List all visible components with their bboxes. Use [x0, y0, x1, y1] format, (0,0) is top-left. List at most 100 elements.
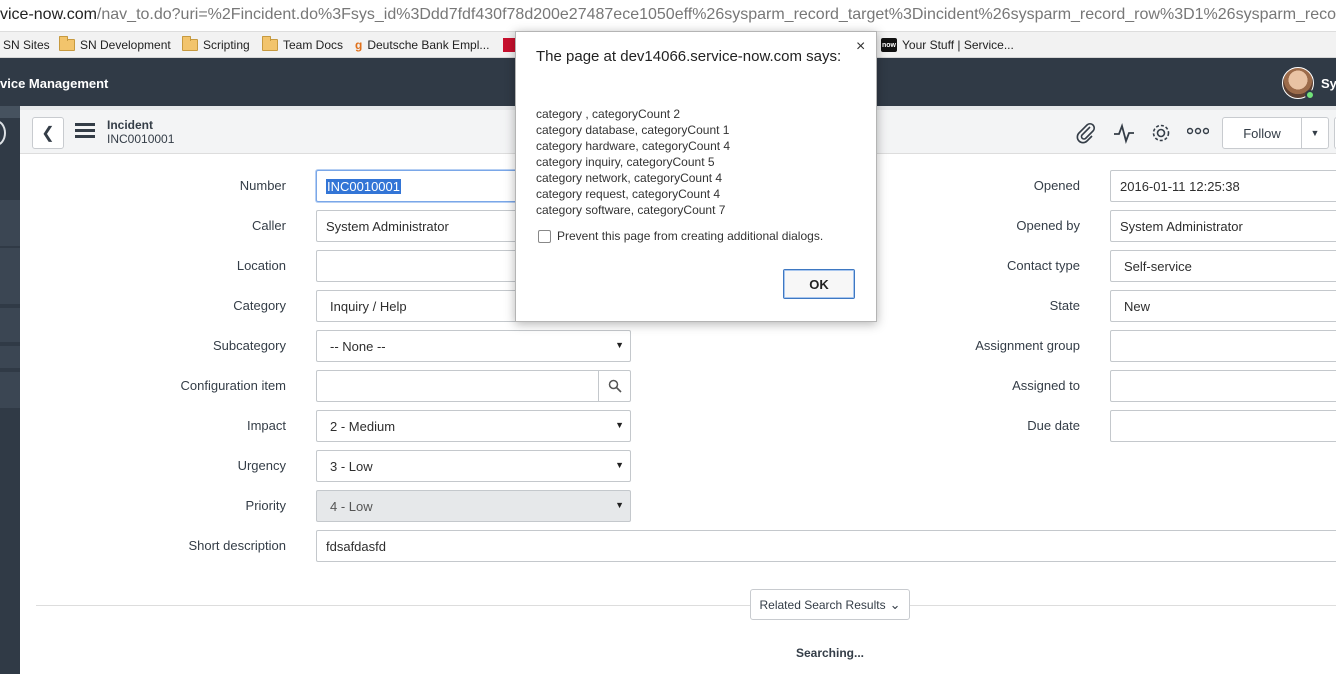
dialog-message-line: category , categoryCount 2 — [536, 107, 681, 121]
opened-by-field[interactable]: System Administrator — [1110, 210, 1336, 242]
user-name[interactable]: Sy — [1321, 76, 1336, 91]
nav-band — [0, 106, 20, 118]
chevron-left-icon: ❮ — [41, 125, 55, 142]
caller-value: System Administrator — [326, 218, 449, 234]
search-icon — [608, 379, 622, 393]
record-type: Incident — [107, 118, 154, 132]
lookup-button[interactable] — [598, 370, 631, 402]
subcategory-value: -- None -- — [330, 338, 386, 354]
record-number: INC0010001 — [107, 132, 175, 146]
folder-icon — [182, 36, 198, 51]
app-title[interactable]: vice Management — [0, 76, 108, 91]
bookmark-scripting[interactable]: Scripting — [182, 36, 250, 54]
category-value: Inquiry / Help — [330, 298, 407, 314]
short-description-value: fdsafdasfd — [326, 538, 386, 554]
assigned-to-field[interactable] — [1110, 370, 1336, 402]
divider — [36, 605, 1336, 606]
gear-icon[interactable] — [1150, 122, 1172, 144]
bookmark-sn-development[interactable]: SN Development — [59, 36, 171, 54]
now-logo-icon: now — [881, 38, 897, 52]
contact-type-label: Contact type — [1007, 258, 1080, 273]
hamburger-menu-icon[interactable] — [75, 123, 95, 138]
urgency-value: 3 - Low — [330, 458, 373, 474]
related-search-results-button[interactable]: Related Search Results ⌄ — [750, 589, 910, 620]
prevent-dialogs-label[interactable]: Prevent this page from creating addition… — [557, 229, 823, 243]
ok-button[interactable]: OK — [783, 269, 855, 299]
priority-select: 4 - Low — [316, 490, 631, 522]
priority-label: Priority — [245, 498, 286, 513]
impact-select[interactable]: 2 - Medium — [316, 410, 631, 442]
dialog-title: The page at dev14066.service-now.com say… — [536, 48, 842, 65]
deutsche-bank-icon: ɡ — [355, 38, 363, 52]
priority-value: 4 - Low — [330, 498, 373, 514]
caret-down-icon: ▼ — [1310, 128, 1320, 138]
state-select[interactable]: New — [1110, 290, 1336, 322]
state-value: New — [1124, 298, 1151, 314]
urgency-select[interactable]: 3 - Low — [316, 450, 631, 482]
follow-button[interactable]: Follow — [1222, 117, 1302, 149]
category-label: Category — [233, 298, 286, 313]
dialog-message-line: category software, categoryCount 7 — [536, 203, 726, 217]
location-label: Location — [236, 258, 286, 273]
dialog-message-line: category inquiry, categoryCount 5 — [536, 155, 715, 169]
configuration-item-field[interactable] — [316, 370, 599, 402]
state-label: State — [1049, 298, 1080, 313]
close-icon[interactable]: × — [856, 38, 865, 56]
assignment-group-field[interactable] — [1110, 330, 1336, 362]
red-favicon-icon — [503, 38, 515, 52]
bookmark-deutsche-bank[interactable]: ɡ Deutsche Bank Empl... — [355, 36, 489, 54]
left-nav — [0, 106, 20, 674]
paperclip-icon[interactable] — [1075, 122, 1097, 144]
chevron-down-icon: ⌄ — [889, 596, 901, 612]
contact-type-select[interactable]: Self-service — [1110, 250, 1336, 282]
assigned-to-label: Assigned to — [1012, 378, 1080, 393]
folder-icon — [262, 36, 278, 51]
dialog-message-line: category hardware, categoryCount 4 — [536, 139, 731, 153]
number-value: INC0010001 — [326, 178, 401, 194]
back-button[interactable]: ❮ — [32, 117, 64, 149]
bookmark-red[interactable] — [503, 36, 515, 54]
nav-band[interactable] — [0, 346, 20, 368]
address-bar[interactable]: vice-now.com/nav_to.do?uri=%2Fincident.d… — [0, 0, 1336, 32]
bookmark-team-docs[interactable]: Team Docs — [262, 36, 343, 54]
online-status-icon — [1305, 90, 1315, 100]
impact-label: Impact — [246, 418, 286, 433]
follow-dropdown-button[interactable]: ▼ — [1301, 117, 1329, 149]
caller-label: Caller — [252, 218, 286, 233]
alert-dialog: The page at dev14066.service-now.com say… — [515, 31, 877, 322]
dialog-message-line: category database, categoryCount 1 — [536, 123, 730, 137]
url-text[interactable]: vice-now.com/nav_to.do?uri=%2Fincident.d… — [0, 6, 1336, 24]
prevent-dialogs-checkbox[interactable] — [538, 230, 551, 243]
nav-band[interactable] — [0, 308, 20, 342]
assignment-group-label: Assignment group — [975, 338, 1080, 353]
number-label: Number — [239, 178, 286, 193]
nav-band[interactable] — [0, 200, 20, 246]
urgency-label: Urgency — [237, 458, 286, 473]
opened-value: 2016-01-11 12:25:38 — [1120, 178, 1240, 194]
searching-status: Searching... — [795, 646, 865, 660]
nav-band[interactable] — [0, 372, 20, 408]
nav-band[interactable] — [0, 248, 20, 304]
bookmark-your-stuff[interactable]: now Your Stuff | Service... — [881, 36, 1014, 54]
opened-by-value: System Administrator — [1120, 218, 1243, 234]
folder-icon — [59, 36, 75, 51]
dialog-message-line: category request, categoryCount 4 — [536, 187, 721, 201]
dialog-message-line: category network, categoryCount 4 — [536, 171, 723, 185]
opened-label: Opened — [1033, 178, 1080, 193]
opened-by-label: Opened by — [1016, 218, 1080, 233]
nav-circle-icon[interactable] — [0, 120, 6, 146]
due-date-label: Due date — [1027, 418, 1080, 433]
opened-field[interactable]: 2016-01-11 12:25:38 — [1110, 170, 1336, 202]
impact-value: 2 - Medium — [330, 418, 396, 434]
short-description-field[interactable]: fdsafdasfd — [316, 530, 1336, 562]
subcategory-select[interactable]: -- None -- — [316, 330, 631, 362]
related-search-label: Related Search Results — [759, 597, 886, 612]
subcategory-label: Subcategory — [213, 338, 286, 353]
bookmark-sn-sites[interactable]: SN Sites — [3, 36, 50, 54]
due-date-field[interactable] — [1110, 410, 1336, 442]
more-options-icon[interactable] — [1187, 126, 1209, 136]
short-description-label: Short description — [188, 538, 286, 553]
configuration-item-label: Configuration item — [180, 378, 287, 393]
activity-pulse-icon[interactable] — [1113, 122, 1135, 144]
contact-type-value: Self-service — [1124, 258, 1192, 274]
